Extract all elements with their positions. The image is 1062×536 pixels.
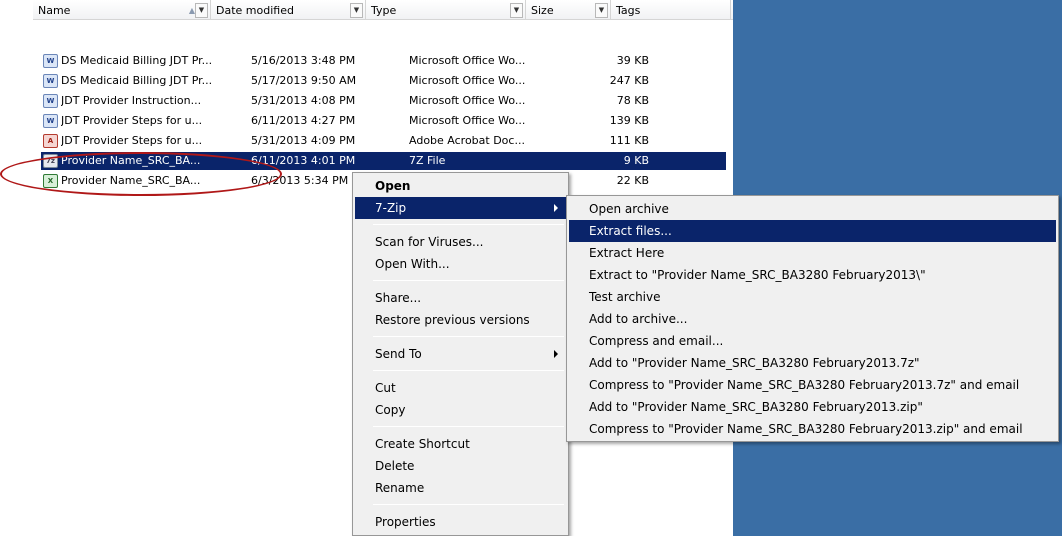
7zip-submenu: Open archive Extract files... Extract He… [566, 195, 1059, 442]
annotation-circle [0, 152, 282, 196]
menu-item-copy[interactable]: Copy [355, 399, 566, 421]
menu-separator [373, 370, 564, 371]
menu-separator [373, 336, 564, 337]
column-type-label: Type [371, 3, 397, 17]
submenu-arrow-icon [554, 204, 558, 212]
dropdown-arrow-icon[interactable]: ▼ [350, 2, 363, 18]
column-header-date-modified[interactable]: Date modified ▼ [211, 0, 366, 20]
submenu-item-test-archive[interactable]: Test archive [569, 286, 1056, 308]
submenu-item-extract-here[interactable]: Extract Here [569, 242, 1056, 264]
menu-separator [373, 426, 564, 427]
dropdown-arrow-icon[interactable]: ▼ [510, 2, 523, 18]
column-name-label: Name [38, 3, 71, 17]
word-doc-icon: W [43, 114, 58, 128]
menu-item-share[interactable]: Share... [355, 287, 566, 309]
menu-item-scan-viruses[interactable]: Scan for Viruses... [355, 231, 566, 253]
dropdown-arrow-icon[interactable]: ▼ [595, 2, 608, 18]
column-size-label: Size [531, 3, 554, 17]
context-menu: Open 7-Zip Scan for Viruses... Open With… [352, 172, 569, 536]
file-row[interactable]: W JDT Provider Steps for u... 6/11/2013 … [41, 112, 726, 130]
submenu-item-add-7z[interactable]: Add to "Provider Name_SRC_BA3280 Februar… [569, 352, 1056, 374]
file-row[interactable]: W DS Medicaid Billing JDT Pr... 5/16/201… [41, 52, 726, 70]
word-doc-icon: W [43, 54, 58, 68]
menu-item-rename[interactable]: Rename [355, 477, 566, 499]
file-row[interactable]: W JDT Provider Instruction... 5/31/2013 … [41, 92, 726, 110]
menu-item-restore-previous[interactable]: Restore previous versions [355, 309, 566, 331]
submenu-item-compress-7z-email[interactable]: Compress to "Provider Name_SRC_BA3280 Fe… [569, 374, 1056, 396]
left-margin [0, 0, 33, 536]
menu-item-label: Send To [375, 347, 422, 361]
pdf-icon: A [43, 134, 58, 148]
menu-item-send-to[interactable]: Send To [355, 343, 566, 365]
column-header-bar: Name ▲ ▼ Date modified ▼ Type ▼ Size ▼ T… [33, 0, 733, 20]
submenu-item-compress-email[interactable]: Compress and email... [569, 330, 1056, 352]
menu-separator [373, 504, 564, 505]
menu-item-delete[interactable]: Delete [355, 455, 566, 477]
submenu-arrow-icon [554, 350, 558, 358]
menu-item-cut[interactable]: Cut [355, 377, 566, 399]
column-tags-label: Tags [616, 3, 641, 17]
submenu-item-extract-files[interactable]: Extract files... [569, 220, 1056, 242]
file-row[interactable]: A JDT Provider Steps for u... 5/31/2013 … [41, 132, 726, 150]
submenu-item-extract-to[interactable]: Extract to "Provider Name_SRC_BA3280 Feb… [569, 264, 1056, 286]
menu-item-create-shortcut[interactable]: Create Shortcut [355, 433, 566, 455]
column-header-size[interactable]: Size ▼ [526, 0, 611, 20]
word-doc-icon: W [43, 94, 58, 108]
column-header-type[interactable]: Type ▼ [366, 0, 526, 20]
file-row[interactable]: W DS Medicaid Billing JDT Pr... 5/17/201… [41, 72, 726, 90]
menu-item-label: 7-Zip [375, 201, 407, 215]
submenu-item-add-zip[interactable]: Add to "Provider Name_SRC_BA3280 Februar… [569, 396, 1056, 418]
submenu-item-compress-zip-email[interactable]: Compress to "Provider Name_SRC_BA3280 Fe… [569, 418, 1056, 440]
menu-item-properties[interactable]: Properties [355, 511, 566, 533]
word-doc-icon: W [43, 74, 58, 88]
column-date-label: Date modified [216, 3, 294, 17]
menu-separator [373, 280, 564, 281]
menu-item-open[interactable]: Open [355, 175, 566, 197]
dropdown-arrow-icon[interactable]: ▼ [195, 2, 208, 18]
submenu-item-open-archive[interactable]: Open archive [569, 198, 1056, 220]
menu-separator [373, 224, 564, 225]
menu-item-7zip[interactable]: 7-Zip [355, 197, 566, 219]
menu-item-open-with[interactable]: Open With... [355, 253, 566, 275]
column-header-name[interactable]: Name ▲ ▼ [33, 0, 211, 20]
column-header-tags[interactable]: Tags [611, 0, 731, 20]
submenu-item-add-to-archive[interactable]: Add to archive... [569, 308, 1056, 330]
